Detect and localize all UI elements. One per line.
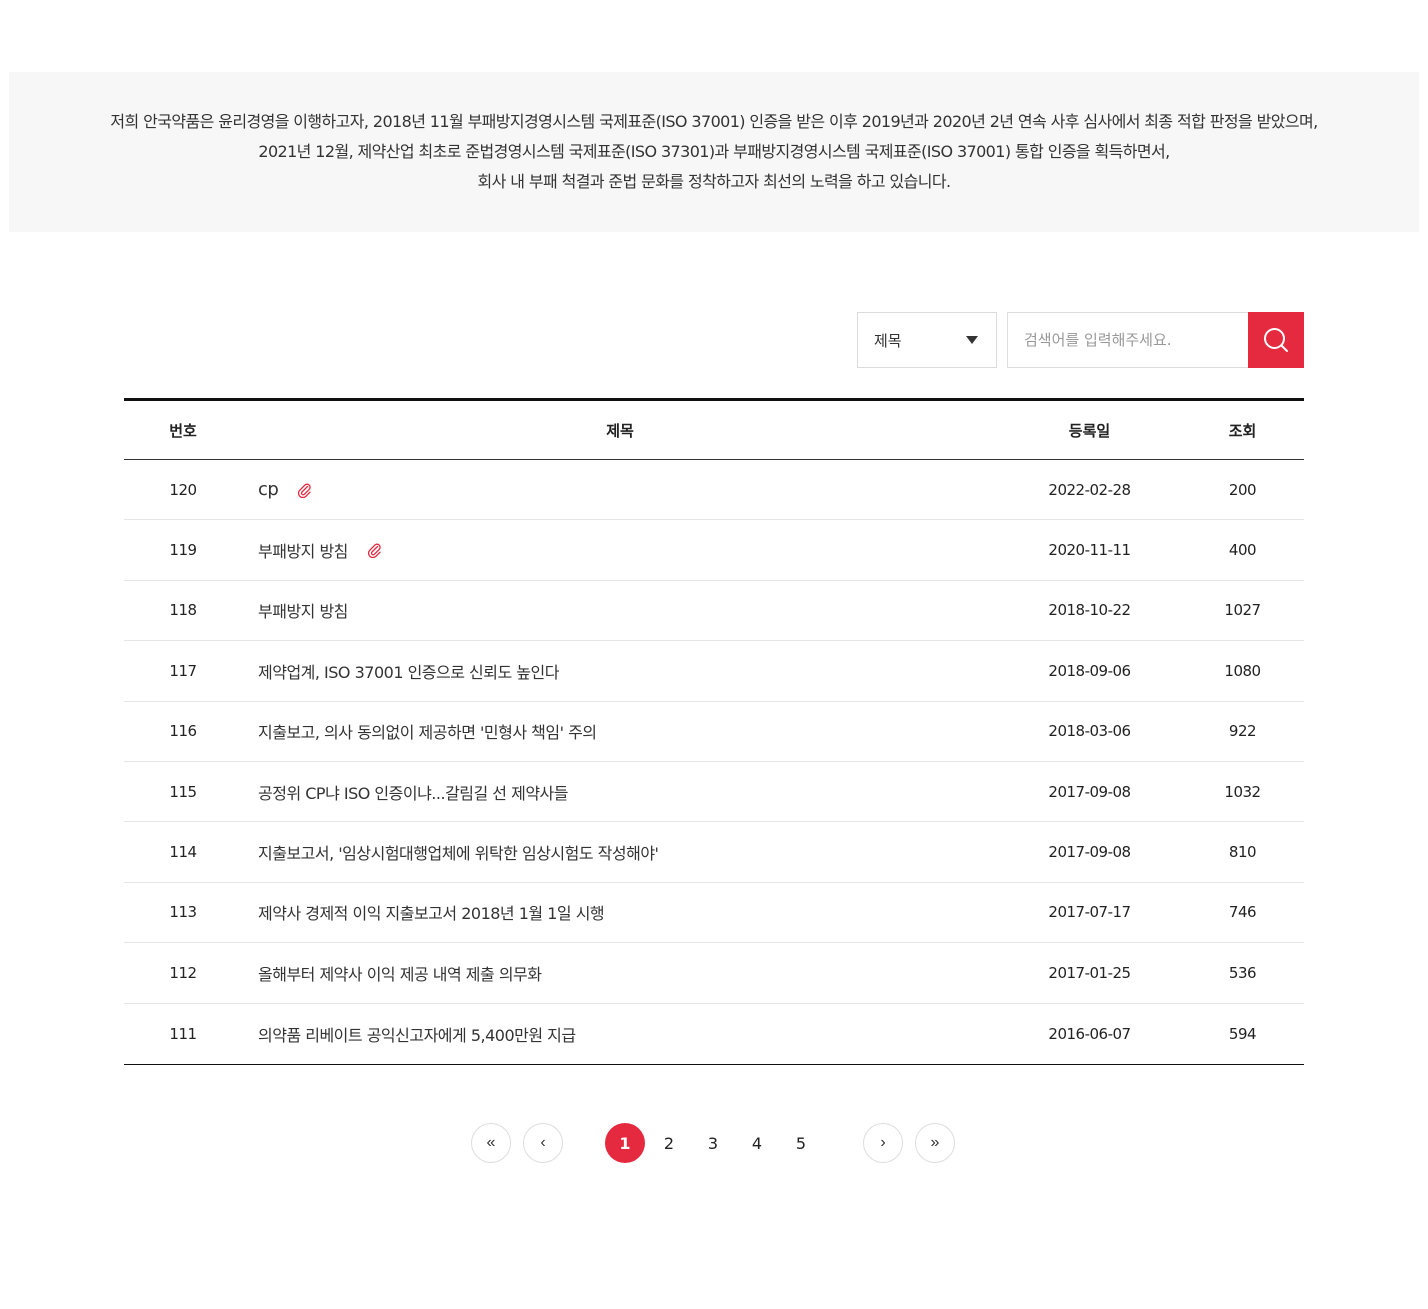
row-title-link[interactable]: 지출보고서, '임상시험대행업체에 위탁한 임상시험도 작성해야' [258, 840, 659, 864]
row-views: 810 [1228, 843, 1257, 862]
attachment-clip-icon [366, 542, 382, 559]
intro-line-2: 2021년 12월, 제약산업 최초로 준법경영시스템 국제표준(ISO 373… [258, 142, 1170, 161]
row-views: 1080 [1224, 661, 1261, 680]
next-page-button[interactable]: › [863, 1123, 903, 1163]
row-views: 746 [1228, 903, 1257, 922]
prev-page-button[interactable]: ‹ [523, 1123, 563, 1163]
page-1[interactable]: 1 [605, 1123, 645, 1163]
row-number: 113 [169, 903, 197, 922]
row-number: 115 [169, 782, 197, 801]
row-number: 111 [169, 1024, 197, 1043]
row-views: 536 [1228, 963, 1257, 982]
table-row[interactable]: 116 지출보고, 의사 동의없이 제공하면 '민형사 책임' 주의 2018-03… [124, 702, 1304, 762]
header-date: 등록일 [1068, 421, 1111, 440]
pagination: « ‹ 1 2 3 4 5 › » [0, 1123, 1428, 1163]
row-date: 2018-03-06 [1048, 722, 1131, 741]
row-title-link[interactable]: 부패방지 방침 [258, 538, 348, 562]
intro-line-3: 회사 내 부패 척결과 준법 문화를 정착하고자 최선의 노력을 하고 있습니다… [477, 172, 952, 191]
row-date: 2020-11-11 [1048, 541, 1131, 560]
row-views: 594 [1228, 1024, 1257, 1043]
row-title-cell: 의약품 리베이트 공익신고자에게 5,400만원 지급 [242, 1022, 998, 1046]
row-title-link[interactable]: cp [258, 479, 279, 500]
row-title-cell: 올해부터 제약사 이익 제공 내역 제출 의무화 [242, 961, 998, 985]
row-number: 120 [169, 480, 197, 499]
row-title-cell: 지출보고, 의사 동의없이 제공하면 '민형사 책임' 주의 [242, 719, 998, 743]
row-title-cell: 제약업계, ISO 37001 인증으로 신뢰도 높인다 [242, 659, 998, 683]
intro-line-1: 저희 안국약품은 윤리경영을 이행하고자, 2018년 11월 부패방지경영시스… [110, 112, 1318, 131]
row-number: 119 [169, 541, 197, 560]
page-5[interactable]: 5 [781, 1123, 821, 1163]
row-number: 118 [169, 601, 197, 620]
row-title-link[interactable]: 지출보고, 의사 동의없이 제공하면 '민형사 책임' 주의 [258, 719, 597, 743]
row-title-link[interactable]: 올해부터 제약사 이익 제공 내역 제출 의무화 [258, 961, 542, 985]
row-views: 1027 [1224, 601, 1261, 620]
row-title-link[interactable]: 제약업계, ISO 37001 인증으로 신뢰도 높인다 [258, 659, 559, 683]
row-title-link[interactable]: 제약사 경제적 이익 지출보고서 2018년 1월 1일 시행 [258, 900, 605, 924]
row-title-cell: 부패방지 방침 [242, 538, 998, 562]
table-row[interactable]: 117 제약업계, ISO 37001 인증으로 신뢰도 높인다 2018-09-0… [124, 641, 1304, 702]
table-row[interactable]: 113 제약사 경제적 이익 지출보고서 2018년 1월 1일 시행 2017-0… [124, 883, 1304, 944]
intro-banner: 저희 안국약품은 윤리경영을 이행하고자, 2018년 11월 부패방지경영시스… [9, 72, 1419, 232]
board-body: 120 cp 2022-02-28 200 119 부패방지 방침 2020-11-11 40… [124, 460, 1304, 1064]
row-title-link[interactable]: 공정위 CP냐 ISO 인증이냐...갈림길 선 제약사들 [258, 780, 569, 804]
table-row[interactable]: 119 부패방지 방침 2020-11-11 400 [124, 520, 1304, 581]
last-page-button[interactable]: » [915, 1123, 955, 1163]
row-date: 2018-10-22 [1048, 601, 1131, 620]
search-field-select[interactable]: 제목 [857, 312, 997, 368]
header-no: 번호 [169, 421, 197, 440]
page-2[interactable]: 2 [649, 1123, 689, 1163]
row-date: 2017-09-08 [1048, 782, 1131, 801]
search-field-select-value: 제목 [874, 331, 902, 350]
table-row[interactable]: 120 cp 2022-02-28 200 [124, 460, 1304, 521]
table-row[interactable]: 111 의약품 리베이트 공익신고자에게 5,400만원 지급 2016-06-07… [124, 1004, 1304, 1064]
header-title: 제목 [606, 421, 634, 440]
table-row[interactable]: 112 올해부터 제약사 이익 제공 내역 제출 의무화 2017-01-25 536 [124, 943, 1304, 1004]
search-icon [1264, 328, 1288, 352]
row-title-cell: cp [242, 479, 998, 500]
row-title-cell: 제약사 경제적 이익 지출보고서 2018년 1월 1일 시행 [242, 900, 998, 924]
first-page-button[interactable]: « [471, 1123, 511, 1163]
chevron-right-icon: › [880, 1134, 886, 1151]
row-date: 2017-09-08 [1048, 843, 1131, 862]
double-chevron-right-icon: » [930, 1134, 940, 1151]
table-row[interactable]: 118 부패방지 방침 2018-10-22 1027 [124, 581, 1304, 642]
row-number: 112 [169, 963, 197, 982]
board-table: 번호 제목 등록일 조회 120 cp 2022-02-28 200 119 부패방지 방… [124, 398, 1304, 1065]
double-chevron-left-icon: « [486, 1134, 496, 1151]
row-number: 117 [169, 661, 197, 680]
page-3[interactable]: 3 [693, 1123, 733, 1163]
row-views: 400 [1228, 541, 1257, 560]
chevron-left-icon: ‹ [540, 1134, 546, 1151]
row-date: 2017-07-17 [1048, 903, 1131, 922]
row-title-cell: 부패방지 방침 [242, 598, 998, 622]
row-title-link[interactable]: 부패방지 방침 [258, 598, 348, 622]
row-title-cell: 공정위 CP냐 ISO 인증이냐...갈림길 선 제약사들 [242, 780, 998, 804]
search-bar: 제목 [857, 312, 1304, 368]
table-row[interactable]: 114 지출보고서, '임상시험대행업체에 위탁한 임상시험도 작성해야' 2017… [124, 822, 1304, 883]
header-views: 조회 [1228, 421, 1257, 440]
page-4[interactable]: 4 [737, 1123, 777, 1163]
table-row[interactable]: 115 공정위 CP냐 ISO 인증이냐...갈림길 선 제약사들 2017-09-… [124, 762, 1304, 823]
row-title-link[interactable]: 의약품 리베이트 공익신고자에게 5,400만원 지급 [258, 1022, 576, 1046]
row-views: 200 [1228, 480, 1257, 499]
search-button[interactable] [1248, 312, 1304, 368]
row-date: 2018-09-06 [1048, 661, 1131, 680]
caret-down-icon [966, 336, 978, 344]
row-views: 1032 [1224, 782, 1261, 801]
search-input[interactable] [1007, 312, 1248, 368]
row-views: 922 [1228, 722, 1257, 741]
row-number: 116 [169, 722, 197, 741]
row-title-cell: 지출보고서, '임상시험대행업체에 위탁한 임상시험도 작성해야' [242, 840, 998, 864]
row-number: 114 [169, 843, 197, 862]
board-header-row: 번호 제목 등록일 조회 [124, 401, 1304, 460]
row-date: 2017-01-25 [1048, 963, 1131, 982]
row-date: 2016-06-07 [1048, 1024, 1131, 1043]
attachment-clip-icon [296, 482, 312, 498]
row-date: 2022-02-28 [1048, 480, 1131, 499]
